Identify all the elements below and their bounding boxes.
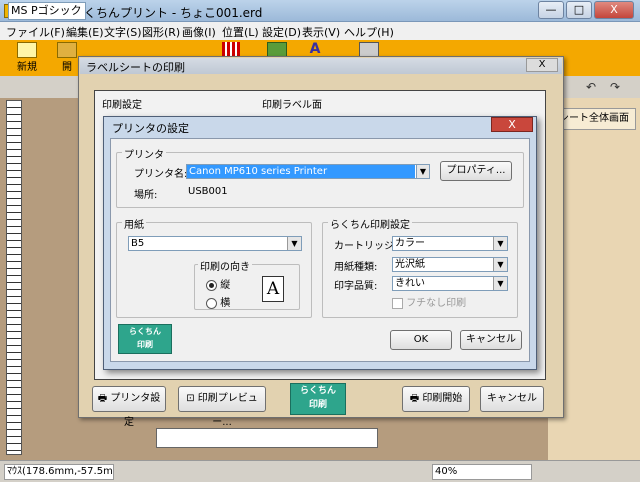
preview-icon: ⊡ (186, 393, 198, 404)
paper-type-select[interactable]: 光沢紙 ▼ (392, 257, 508, 272)
ok-button[interactable]: OK (390, 330, 452, 350)
cartridge-select[interactable]: カラー ▼ (392, 236, 508, 251)
font-select[interactable]: MS Pゴシック (8, 2, 86, 20)
print-cancel-button[interactable]: キャンセル (480, 386, 544, 412)
printer-name-label: プリンタ名: (134, 169, 188, 180)
folder-icon (57, 42, 77, 58)
print-quality-label: 印字品質: (334, 281, 378, 292)
print-face-group-label: 印刷ラベル面 (262, 100, 322, 111)
printer-dialog-close-button[interactable]: X (491, 117, 533, 132)
label-print-dialog-title: ラベルシートの印刷 (86, 61, 185, 74)
printer-dialog-title: プリンタの設定 (112, 122, 189, 135)
rakuchin-logo: らくちん 印刷 (290, 383, 346, 415)
menu-text[interactable]: 文字(S) (104, 24, 142, 40)
print-quality-select[interactable]: きれい ▼ (392, 276, 508, 291)
print-start-button[interactable]: 🖶 印刷開始 (402, 386, 470, 412)
paper-size-select[interactable]: B5 ▼ (128, 236, 302, 251)
printer-name-value: Canon MP610 series Printer (187, 165, 415, 178)
menu-bar: ファイル(F) 編集(E) 文字(S) 図形(R) 画像(I) 位置(L) 設定… (0, 22, 640, 40)
status-zoom: 40% (432, 464, 532, 480)
menu-edit[interactable]: 編集(E) (66, 24, 104, 40)
status-coordinates: ﾏｳｽ(178.6mm,-57.5mm (4, 464, 114, 480)
print-preview-button[interactable]: ⊡ 印刷プレビュー... (178, 386, 266, 428)
chevron-down-icon: ▼ (493, 258, 507, 271)
maximize-button[interactable]: □ (566, 1, 592, 19)
chevron-down-icon[interactable]: ▼ (416, 164, 430, 179)
chevron-down-icon: ▼ (287, 237, 301, 250)
redo-icon[interactable]: ↷ (610, 80, 620, 94)
new-button[interactable]: 新規 (8, 42, 46, 74)
orientation-landscape-radio[interactable]: 横 (206, 294, 230, 309)
label-sheet-preview (156, 428, 378, 448)
orientation-portrait-radio[interactable]: 縦 (206, 276, 230, 291)
print-settings-group-label: 印刷設定 (102, 100, 142, 111)
location-label: 場所: (134, 190, 158, 201)
checkbox-icon (392, 297, 403, 309)
radio-checked-icon (206, 279, 217, 291)
new-file-icon (17, 42, 37, 58)
vertical-ruler (6, 100, 22, 455)
menu-position[interactable]: 位置(L) (222, 24, 259, 40)
paper-group-label: 用紙 (122, 216, 146, 231)
whole-sheet-button[interactable]: シート全体画面 (552, 108, 636, 130)
cartridge-label: カートリッジ: (334, 241, 398, 252)
menu-view[interactable]: 表示(V) (302, 24, 340, 40)
close-button[interactable]: X (594, 1, 634, 19)
rakuchin-settings-label: らくちん印刷設定 (328, 216, 412, 231)
undo-icon[interactable]: ↶ (586, 80, 596, 94)
chevron-down-icon: ▼ (493, 237, 507, 250)
borderless-checkbox[interactable]: フチなし印刷 (392, 294, 466, 309)
cancel-button[interactable]: キャンセル (460, 330, 522, 350)
properties-button[interactable]: プロパティ... (440, 161, 512, 181)
printer-group-label: プリンタ (122, 146, 166, 161)
rakuchin-logo: らくちん 印刷 (118, 324, 172, 354)
menu-help[interactable]: ヘルプ(H) (344, 24, 394, 40)
menu-file[interactable]: ファイル(F) (6, 24, 65, 40)
menu-image[interactable]: 画像(I) (182, 24, 216, 40)
printer-icon: 🖶 (409, 393, 423, 404)
printer-icon: 🖶 (97, 393, 111, 404)
printer-setup-button[interactable]: 🖶 プリンタ設定 (92, 386, 166, 428)
radio-unchecked-icon (206, 297, 217, 309)
minimize-button[interactable]: — (538, 1, 564, 19)
text-a-icon: A (309, 41, 321, 57)
orientation-preview: A (262, 276, 284, 302)
menu-settings[interactable]: 設定(D) (262, 24, 301, 40)
paper-type-label: 用紙種類: (334, 262, 378, 273)
orientation-label: 印刷の向き (198, 258, 252, 273)
grid-icon (222, 42, 240, 56)
location-value: USB001 (188, 186, 228, 197)
menu-shape[interactable]: 図形(R) (142, 24, 180, 40)
label-print-close-button[interactable]: X (526, 58, 558, 72)
chevron-down-icon: ▼ (493, 277, 507, 290)
